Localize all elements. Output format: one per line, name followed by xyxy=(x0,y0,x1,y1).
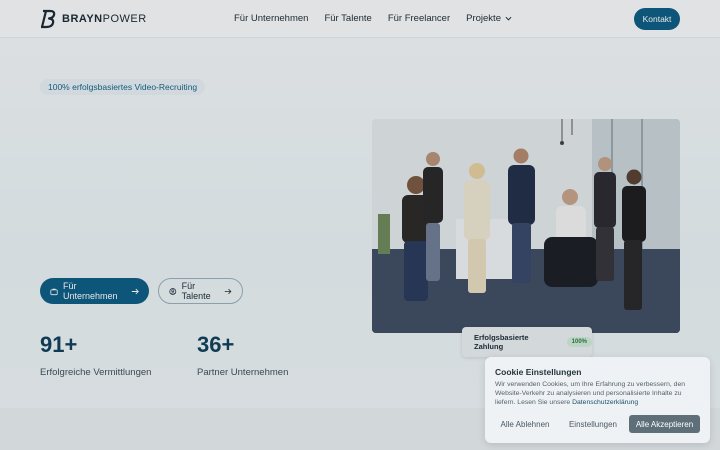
cookie-deny-button[interactable]: Alle Ablehnen xyxy=(495,415,555,433)
cookie-accept-button[interactable]: Alle Akzeptieren xyxy=(629,415,700,433)
page: BRAYNPOWER Für Unternehmen Für Talente F… xyxy=(0,0,720,450)
cookie-settings-button[interactable]: Einstellungen xyxy=(565,415,621,433)
cookie-banner: Cookie Einstellungen Wir verwenden Cooki… xyxy=(485,357,710,443)
cookie-text: Wir verwenden Cookies, um Ihre Erfahrung… xyxy=(495,380,703,407)
cookie-title: Cookie Einstellungen xyxy=(495,367,582,377)
privacy-policy-link[interactable]: Datenschutzerklärung xyxy=(572,399,638,406)
